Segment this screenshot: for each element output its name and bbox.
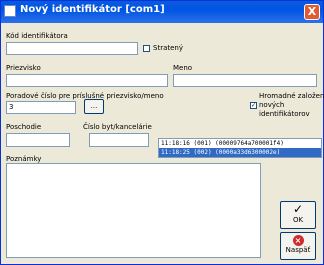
cancel-label: Naspäť <box>285 246 311 254</box>
cancel-button[interactable]: ⨯ Naspäť <box>280 232 316 260</box>
poschodie-input[interactable] <box>6 133 70 147</box>
browse-button[interactable]: ... <box>84 99 104 114</box>
checkmark-icon: ✓ <box>292 202 304 216</box>
cancel-icon: ⨯ <box>292 235 304 246</box>
identifier-list[interactable]: 11:18:16 (001) (00009764a700001f4) 11:18… <box>158 138 322 158</box>
kod-input[interactable] <box>6 42 138 55</box>
checkmark-icon: ✓ <box>251 102 257 109</box>
poznamky-label: Poznámky <box>6 155 42 163</box>
kod-label: Kód identifikátora <box>6 32 68 40</box>
close-button[interactable]: X <box>304 4 320 20</box>
poradove-input[interactable]: 3 <box>6 101 76 114</box>
ok-button[interactable]: ✓ OK <box>280 201 316 229</box>
cislo-label: Číslo byt/kancelárie <box>83 123 152 131</box>
hromadne-checkbox[interactable]: ✓ <box>250 102 257 109</box>
app-icon <box>4 5 16 17</box>
straceny-label: Stratený <box>153 44 183 52</box>
hromadne-label-1: Hromadné založenie <box>259 92 324 100</box>
poschodie-label: Poschodie <box>6 123 42 131</box>
list-item-selected[interactable]: 11:18:25 (002) (0000a33d6300002e) <box>159 148 321 157</box>
meno-label: Meno <box>173 64 193 72</box>
priezvisko-label: Priezvisko <box>6 64 41 72</box>
priezvisko-input[interactable] <box>6 74 168 87</box>
hromadne-label-3: identifikátorov <box>259 110 310 118</box>
window-title: Nový identifikátor [com1] <box>20 4 165 15</box>
title-bar[interactable]: Nový identifikátor [com1] X <box>1 1 323 23</box>
cislo-input[interactable] <box>89 133 149 147</box>
hromadne-label-2: nových <box>259 101 285 109</box>
dialog-window: Nový identifikátor [com1] X Kód identifi… <box>0 0 324 265</box>
ok-label: OK <box>292 216 304 224</box>
list-item[interactable]: 11:18:16 (001) (00009764a700001f4) <box>159 139 321 148</box>
straceny-checkbox[interactable] <box>143 45 150 52</box>
meno-input[interactable] <box>173 74 317 87</box>
poznamky-textarea[interactable] <box>6 163 261 258</box>
